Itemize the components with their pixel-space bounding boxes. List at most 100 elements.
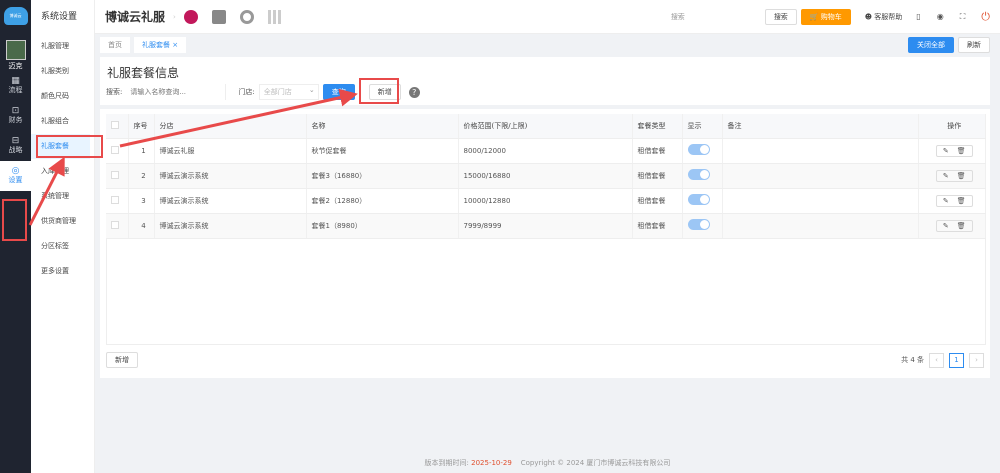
cell-price: 7999/8999 [458,213,633,239]
logo: 博诚云 [0,0,31,32]
cart-button[interactable]: 🛒 购物车 [800,8,851,25]
cell-price: 8000/12000 [458,138,633,164]
show-toggle[interactable] [687,219,710,230]
rail-item-flow[interactable]: ▦ 流程 [0,71,31,101]
record-icon[interactable]: ◉ [937,12,944,21]
row-checkbox[interactable] [111,195,119,204]
rail-item-finance[interactable]: ⊡ 财务 [0,101,31,131]
copyright: Copyright © 2024 厦门市博诚云科技有限公司 [520,459,671,467]
close-icon[interactable]: × [172,41,178,49]
app-icon[interactable] [211,9,226,24]
page-button[interactable]: 1 [949,352,964,368]
app-icon[interactable] [239,9,254,24]
edit-icon[interactable]: ✎ [943,197,949,205]
strategy-icon: ⊟ [11,136,20,146]
power-icon[interactable]: ⏻ [981,10,990,24]
cell-store: 博诚云演示系统 [154,213,307,239]
show-toggle[interactable] [687,144,710,155]
fullscreen-icon[interactable]: ⛶ [960,12,966,22]
grid-icon: ▦ [11,76,20,86]
cell-price: 15000/16880 [458,163,633,189]
cell-note [722,188,919,214]
tab-package[interactable]: 礼服套餐 × [134,37,187,53]
submenu-item[interactable]: 礼服管理 [31,34,94,59]
show-toggle[interactable] [687,169,710,180]
delete-icon[interactable]: 🗑 [957,197,966,205]
search-input[interactable] [126,84,227,100]
avatar[interactable] [5,40,26,60]
tab-home[interactable]: 首页 [100,37,130,53]
cell-no: 4 [128,213,155,239]
submenu-item[interactable]: 供货商管理 [31,209,94,234]
col-header: 序号 [128,114,155,139]
rail-item-settings[interactable]: ◎ 设置 [0,161,31,191]
delete-icon[interactable]: 🗑 [957,172,966,180]
submenu-item[interactable]: 更多设置 [31,259,94,284]
edit-icon[interactable]: ✎ [943,222,949,230]
cell-name: 套餐2（12880） [306,188,459,214]
select-all-checkbox[interactable] [111,120,119,129]
cell-price: 10000/12880 [458,188,633,214]
submenu-item[interactable]: 系统管理 [31,184,94,209]
help-icon[interactable]: ? [408,86,420,98]
separator-icon: › [173,12,176,21]
help-button[interactable]: ☻ 客服帮助 [865,12,903,22]
tab-bar: 首页 礼服套餐 × 关闭全部 刷新 [95,34,1000,56]
top-search-button[interactable]: 搜索 [764,8,797,25]
user-name: 迈克 [8,62,23,70]
row-checkbox[interactable] [111,145,119,154]
next-page-button[interactable]: › [969,352,984,368]
cell-type: 租借套餐 [632,163,683,189]
top-search-input[interactable]: 搜索 [671,12,685,22]
cell-no: 2 [128,163,155,189]
cell-type: 租借套餐 [632,138,683,164]
rail-item-strategy[interactable]: ⊟ 战略 [0,131,31,161]
prev-page-button[interactable]: ‹ [929,352,944,368]
page-title: 礼服套餐信息 [107,66,180,80]
submenu-item[interactable]: 礼服组合 [31,109,94,134]
delete-icon[interactable]: 🗑 [957,222,966,230]
add-button[interactable]: 新增 [368,84,401,100]
package-table: 序号 分店 名称 价格范围(下限/上限) 套餐类型 显示 备注 操作 1 博诚云… [106,114,986,239]
table-row: 3 博诚云演示系统 套餐2（12880） 10000/12880 租借套餐 ✎ 🗑 [106,188,986,214]
submenu-item[interactable]: 入库管理 [31,159,94,184]
refresh-button[interactable]: 刷新 [958,37,990,53]
delete-icon[interactable]: 🗑 [957,147,966,155]
table-empty-area [106,239,986,345]
app-icon[interactable] [183,9,198,24]
edit-icon[interactable]: ✎ [943,172,949,180]
table-card: 序号 分店 名称 价格范围(下限/上限) 套餐类型 显示 备注 操作 1 博诚云… [100,109,990,378]
row-checkbox[interactable] [111,170,119,179]
cell-store: 博诚云演示系统 [154,163,307,189]
cell-type: 租借套餐 [632,213,683,239]
expiry-date: 2025-10-29 [471,459,512,467]
table-row: 1 博诚云礼服 秋节促套餐 8000/12000 租借套餐 ✎ 🗑 [106,138,986,164]
submenu: 系统设置 礼服管理 礼服类别 颜色尺码 礼服组合 礼服套餐 入库管理 系统管理 供货商管理 分区… [31,0,95,473]
submenu-item[interactable]: 礼服类别 [31,59,94,84]
apps-grid-icon[interactable] [267,9,282,24]
edit-icon[interactable]: ✎ [943,147,949,155]
mobile-icon[interactable]: ▯ [916,12,920,21]
submenu-item[interactable]: 礼服套餐 [31,134,90,159]
col-header: 价格范围(下限/上限) [458,114,633,139]
bottom-add-button[interactable]: 新增 [106,352,138,368]
store-select[interactable]: 全部门店 [258,83,319,100]
submenu-item[interactable]: 颜色尺码 [31,84,94,109]
top-bar: 博诚云礼服 › 搜索 搜索 🛒 购物车 ☻ 客服帮助 ▯ ◉ ⛶ ⏻ [95,0,1000,34]
cell-name: 秋节促套餐 [306,138,459,164]
brand: 博诚云礼服 [105,10,166,24]
submenu-title: 系统设置 [41,12,78,22]
show-toggle[interactable] [687,194,710,205]
query-button[interactable]: 查询 [322,84,355,100]
page-header: 礼服套餐信息 搜索: 门店: 全部门店 查询 新增 ? [100,57,990,105]
submenu-item[interactable]: 分区标签 [31,234,94,259]
row-checkbox[interactable] [111,220,119,229]
col-header: 备注 [722,114,919,139]
col-header: 操作 [918,114,986,139]
cell-note [722,163,919,189]
pagination: 共 4 条 ‹ 1 › [901,352,984,368]
close-all-button[interactable]: 关闭全部 [908,37,954,53]
cell-type: 租借套餐 [632,188,683,214]
col-header: 分店 [154,114,307,139]
col-header: 套餐类型 [632,114,683,139]
